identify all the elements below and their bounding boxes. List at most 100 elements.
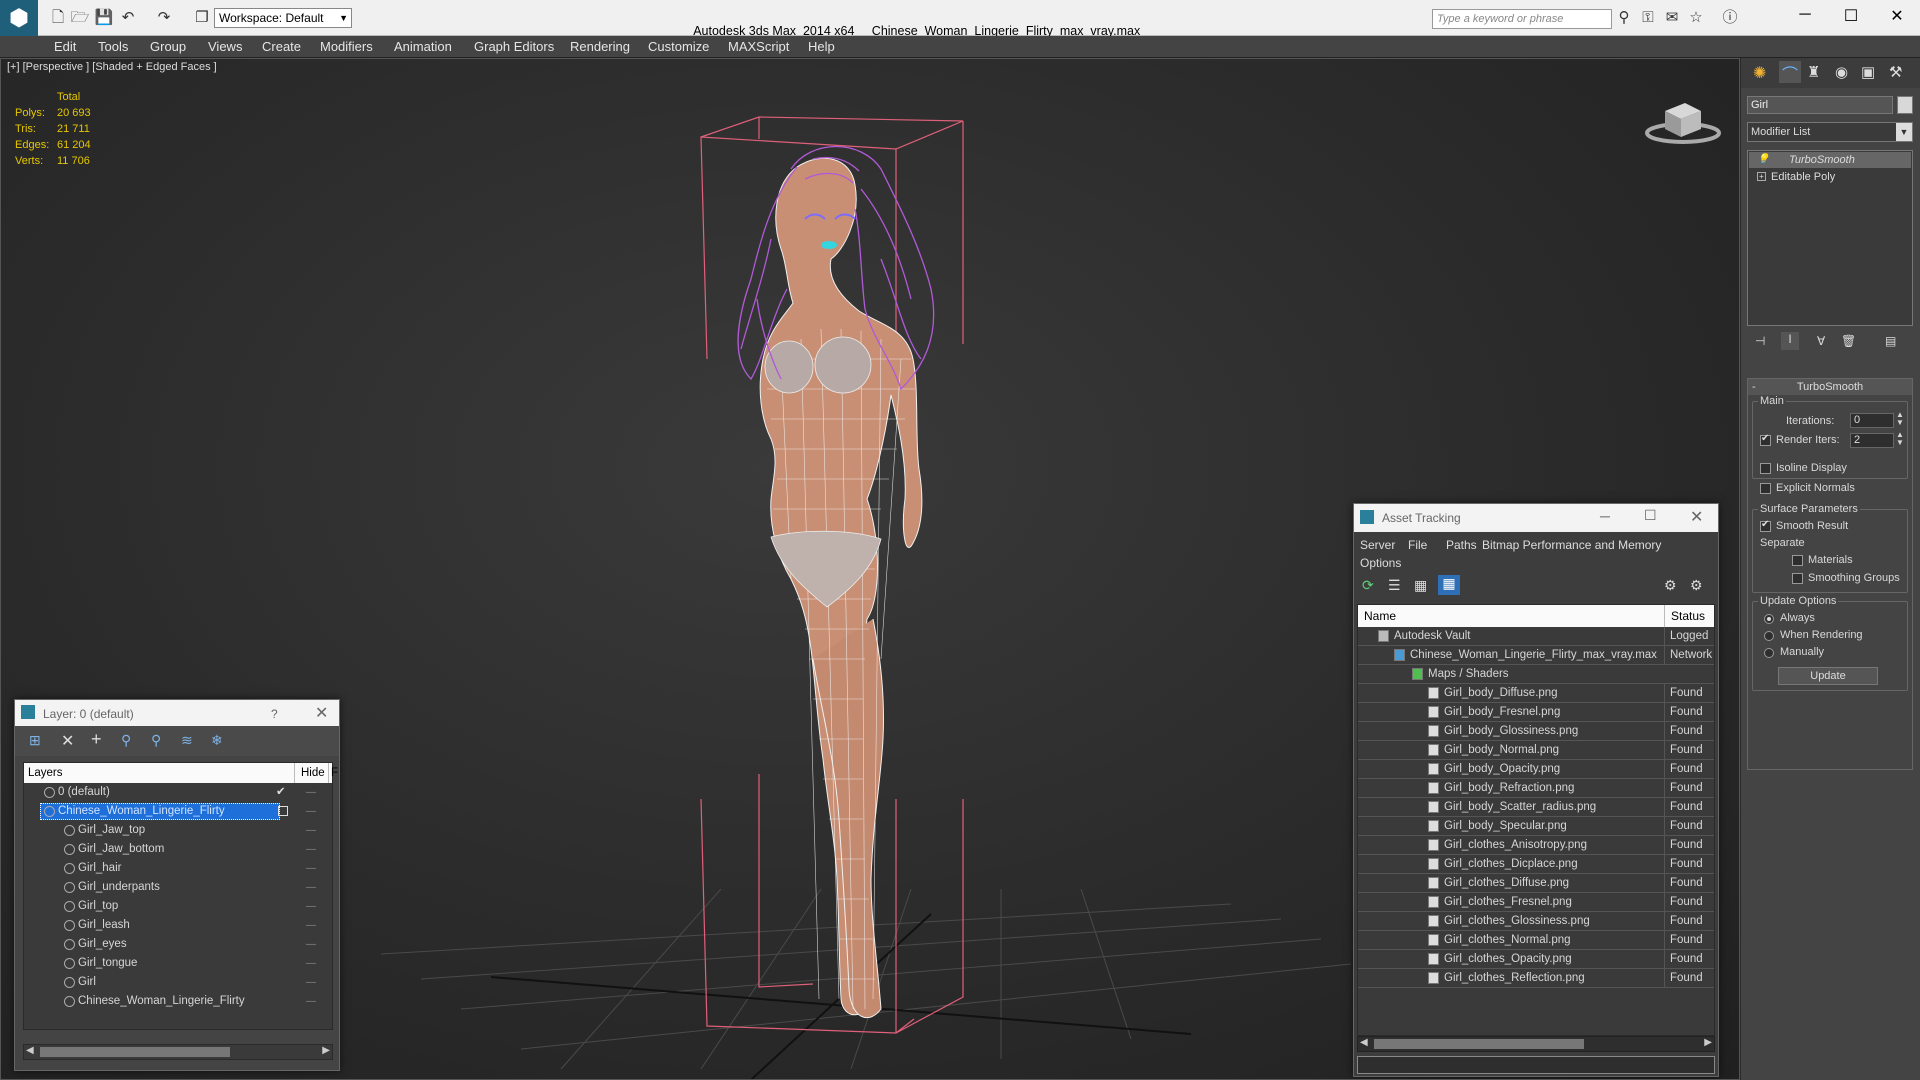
search-input[interactable]: Type a keyword or phrase [1432,9,1612,29]
explicit-normals-checkbox[interactable] [1760,483,1771,494]
favorites-star-icon[interactable]: ☆ [1686,8,1706,28]
create-tab-icon[interactable]: ✺ [1753,63,1766,83]
render-iters-checkbox[interactable] [1760,433,1771,446]
workspace-dropdown[interactable]: Workspace: Default ▼ [214,8,352,28]
asset-row[interactable]: Girl_body_Opacity.png Found [1358,760,1714,779]
select-layer-objects-icon[interactable]: ⚲ [121,732,131,749]
asset-row[interactable]: Girl_clothes_Dicplace.png Found [1358,855,1714,874]
thumbnail-view-icon[interactable]: ▦ [1414,577,1427,594]
asset-path-field[interactable] [1357,1056,1715,1074]
layer-close-button[interactable]: ✕ [315,703,328,723]
hide-toggle[interactable]: — [306,916,316,935]
hide-toggle[interactable]: — [306,954,316,973]
configure-sets-icon[interactable]: ▤ [1885,334,1896,348]
modify-tab-icon[interactable]: ⌒ [1779,61,1801,84]
hide-toggle[interactable]: — [306,878,316,897]
asset-maximize-button[interactable]: ☐ [1644,507,1657,524]
manually-radio[interactable] [1764,648,1774,658]
scroll-left-icon[interactable]: ◀ [26,1045,34,1056]
col-layers-header[interactable]: Layers [28,763,63,783]
hide-all-layers-icon[interactable]: ≋ [181,732,193,749]
asset-row[interactable]: Maps / Shaders [1358,665,1714,684]
motion-tab-icon[interactable]: ◉ [1835,63,1848,81]
highlight-layer-icon[interactable]: ⚲ [151,732,161,749]
render-iters-spinner-arrows[interactable]: ▲ ▼ [1896,431,1904,447]
when-rendering-radio[interactable] [1764,631,1774,641]
asset-row[interactable]: Chinese_Woman_Lingerie_Flirty_max_vray.m… [1358,646,1714,665]
menu-group[interactable]: Group [150,39,186,54]
materials-checkbox[interactable] [1792,555,1803,566]
asset-row[interactable]: Girl_body_Glossiness.png Found [1358,722,1714,741]
asset-row[interactable]: Girl_body_Diffuse.png Found [1358,684,1714,703]
asset-row[interactable]: Girl_body_Specular.png Found [1358,817,1714,836]
save-icon[interactable]: 💾 [94,8,114,28]
asset-row[interactable]: Girl_clothes_Reflection.png Found [1358,969,1714,988]
iterations-spinner[interactable]: 0 [1850,413,1894,428]
asset-row[interactable]: Girl_clothes_Opacity.png Found [1358,950,1714,969]
bulb-icon[interactable]: 💡 [1757,152,1769,168]
col-name-header[interactable]: Name [1364,605,1396,627]
smoothing-groups-checkbox[interactable] [1792,573,1803,584]
layer-manager-panel[interactable]: Layer: 0 (default) ? ✕ ⊞ ✕ + ⚲ ⚲ ≋ ❄ Lay… [14,699,340,1071]
layer-row[interactable]: 0 (default) ✔ — [24,783,332,802]
smooth-result-checkbox[interactable] [1760,519,1771,532]
remove-modifier-icon[interactable]: 🗑 [1841,334,1856,348]
hide-toggle[interactable]: — [306,992,316,1011]
menu-views[interactable]: Views [208,39,242,54]
menu-rendering[interactable]: Rendering [570,39,630,54]
show-end-result-icon[interactable]: I [1781,332,1799,350]
layer-row[interactable]: Girl_underpants — [24,878,332,897]
menu-edit[interactable]: Edit [54,39,76,54]
layer-hscroll[interactable]: ◀ ▶ [23,1044,333,1060]
asset-row[interactable]: Autodesk Vault Logged [1358,627,1714,646]
highlight-assets-icon[interactable]: ⚙ [1664,577,1677,594]
menu-animation[interactable]: Animation [394,39,452,54]
hide-toggle[interactable]: — [306,973,316,992]
always-radio[interactable] [1764,614,1774,624]
utilities-tab-icon[interactable]: ⚒ [1889,63,1902,81]
current-layer-check-icon[interactable]: ✔ [276,783,286,802]
asset-close-button[interactable]: ✕ [1690,507,1703,527]
layer-row[interactable]: Girl_tongue — [24,954,332,973]
menu-help[interactable]: Help [808,39,835,54]
hide-toggle[interactable]: — [306,897,316,916]
asset-menu-bitmap[interactable]: Bitmap Performance and Memory [1482,538,1661,552]
iterations-spinner-arrows[interactable]: ▲ ▼ [1896,411,1904,427]
app-logo[interactable]: ⬢ [0,0,38,36]
scroll-right-icon[interactable]: ▶ [322,1045,330,1056]
hide-toggle[interactable]: — [306,935,316,954]
asset-row[interactable]: Girl_clothes_Glossiness.png Found [1358,912,1714,931]
asset-minimize-button[interactable]: ─ [1600,508,1610,524]
make-unique-icon[interactable]: ∀ [1817,334,1825,348]
pin-stack-icon[interactable]: ⊣ [1755,334,1765,348]
layer-row[interactable]: Chinese_Woman_Lingerie_Flirty — [24,992,332,1011]
hide-toggle[interactable]: — [306,859,316,878]
hide-toggle[interactable]: — [306,802,316,821]
layer-row[interactable]: Girl_top — [24,897,332,916]
layer-row[interactable]: Girl_eyes — [24,935,332,954]
create-layer-icon[interactable]: ⊞ [29,732,41,749]
open-file-icon[interactable]: 🗁 [70,8,90,28]
display-tab-icon[interactable]: ▣ [1861,63,1875,81]
hide-toggle[interactable]: — [306,821,316,840]
layer-row[interactable]: Girl_leash — [24,916,332,935]
menu-create[interactable]: Create [262,39,301,54]
asset-scroll-thumb[interactable] [1374,1039,1584,1049]
minimize-button[interactable]: ─ [1790,6,1820,26]
layer-panel-titlebar[interactable]: Layer: 0 (default) ? ✕ [15,700,339,726]
layer-help-button[interactable]: ? [271,707,278,721]
add-to-layer-icon[interactable]: + [91,729,102,750]
asset-menu-file[interactable]: File [1408,538,1427,552]
asset-row[interactable]: Girl_clothes_Diffuse.png Found [1358,874,1714,893]
layer-row[interactable]: Girl — [24,973,332,992]
expand-icon[interactable]: + [1757,172,1766,181]
asset-row[interactable]: Girl_clothes_Anisotropy.png Found [1358,836,1714,855]
freeze-all-layers-icon[interactable]: ❄ [211,732,223,749]
modifier-list-dropdown[interactable]: Modifier List ▼ [1747,122,1913,142]
layer-row[interactable]: Chinese_Woman_Lingerie_Flirty — [24,802,332,821]
asset-settings-icon[interactable]: ⚙ [1690,577,1703,594]
render-iters-spinner[interactable]: 2 [1850,433,1894,448]
perspective-viewport[interactable]: [+] [Perspective ] [Shaded + Edged Faces… [0,58,1740,1080]
menu-maxscript[interactable]: MAXScript [728,39,789,54]
make-current-box-icon[interactable] [278,806,288,816]
